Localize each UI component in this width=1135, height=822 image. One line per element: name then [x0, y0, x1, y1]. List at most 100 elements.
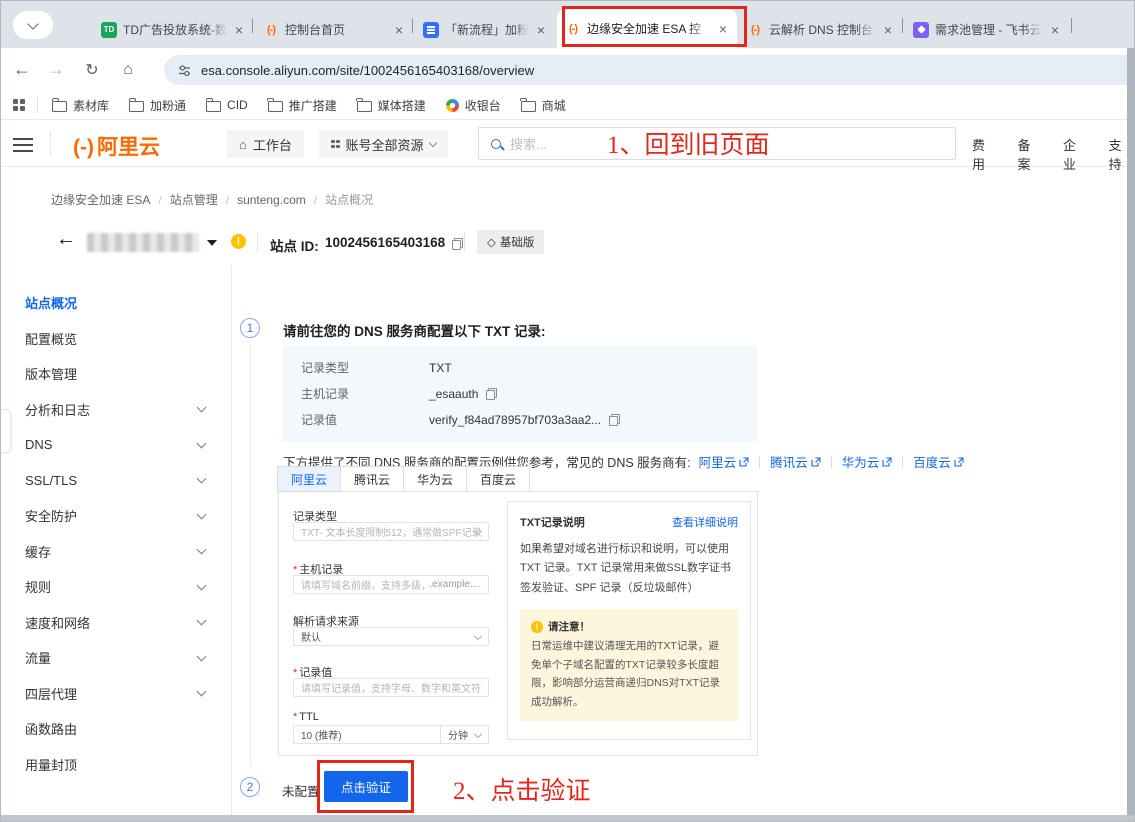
site-info-icon[interactable] [178, 64, 191, 77]
back-arrow[interactable]: ← [56, 228, 76, 251]
tab-feishu-project[interactable]: 需求池管理 - 飞书云 × [905, 11, 1069, 48]
forward-icon[interactable]: → [41, 48, 71, 91]
bookmark-label: 媒体搭建 [378, 97, 426, 114]
provider-link-baidu[interactable]: 百度云 [913, 452, 964, 471]
url-bar[interactable]: esa.console.aliyun.com/site/100245616540… [164, 55, 1129, 85]
site-switch-caret-icon[interactable] [207, 240, 217, 246]
nav-fees[interactable]: 费用 [972, 135, 994, 173]
tab-close-icon[interactable]: × [535, 23, 547, 37]
resolve-source-select[interactable]: 默认 [293, 627, 489, 646]
breadcrumb-separator: / [158, 193, 161, 207]
sidebar-item-function-routes[interactable]: 函数路由 [1, 711, 231, 747]
tab-divider [252, 18, 253, 33]
example-tab-baidu[interactable]: 百度云 [466, 466, 530, 492]
sidebar-item-usage-cap[interactable]: 用量封顶 [1, 747, 231, 783]
sidebar-item-security[interactable]: 安全防护 [1, 498, 231, 534]
sidebar-item-traffic[interactable]: 流量 [1, 640, 231, 676]
feishu-project-favicon [913, 22, 929, 38]
external-link-icon [811, 457, 821, 467]
annotation-note-1: 1、回到旧页面 [607, 125, 770, 161]
ttl-input[interactable]: 10 (推荐) [293, 725, 441, 744]
external-link-icon [739, 457, 749, 467]
ttl-unit-select[interactable]: 分钟 [440, 725, 489, 744]
chevron-down-icon [197, 580, 207, 590]
sidebar-item-cache[interactable]: 缓存 [1, 534, 231, 570]
sidebar-item-site-overview[interactable]: 站点概况 [1, 285, 231, 321]
provider-link-aliyun[interactable]: 阿里云 [699, 452, 750, 471]
breadcrumb-esa[interactable]: 边缘安全加速 ESA [51, 191, 150, 208]
breadcrumb-site-mgmt[interactable]: 站点管理 [170, 191, 218, 208]
copy-icon[interactable] [452, 238, 463, 250]
tab-feishu-doc[interactable]: 「新流程」加粉通-阿 × [415, 11, 555, 48]
bookmark-label: 商城 [542, 97, 566, 114]
sidebar-item-dns[interactable]: DNS [1, 427, 231, 463]
breadcrumb-domain[interactable]: sunteng.com [237, 193, 306, 207]
bookmark-shangcheng[interactable]: 商城 [521, 97, 566, 114]
sidebar-item-version-mgmt[interactable]: 版本管理 [1, 356, 231, 392]
warning-icon: ! [231, 234, 246, 249]
sidebar-item-analytics-logs[interactable]: 分析和日志 [1, 392, 231, 428]
tab-console-home[interactable]: (-) 控制台首页 × [255, 11, 413, 48]
bookmark-meiti[interactable]: 媒体搭建 [357, 97, 426, 114]
example-tab-aliyun[interactable]: 阿里云 [277, 466, 341, 492]
host-suffix: .example.... [429, 579, 481, 590]
provider-example-tabs: 阿里云 腾讯云 华为云 百度云 [278, 466, 530, 492]
bookmark-jiafentong[interactable]: 加粉通 [129, 97, 186, 114]
tab-close-icon[interactable]: × [233, 23, 245, 37]
example-tab-tencent[interactable]: 腾讯云 [340, 466, 404, 492]
record-type-select[interactable]: TXT- 文本长度限制512，通常做SPF记录（反垃圾邮件） [293, 522, 489, 541]
bookmark-cid[interactable]: CID [206, 98, 248, 112]
tab-divider [412, 18, 413, 33]
home-icon[interactable]: ⌂ [113, 48, 143, 91]
record-label: 记录类型 [301, 359, 429, 376]
sidebar-item-speed-network[interactable]: 速度和网络 [1, 605, 231, 641]
bookmark-sucaiku[interactable]: 素材库 [52, 97, 109, 114]
tab-close-icon[interactable]: × [393, 23, 405, 37]
sidebar-item-ssl-tls[interactable]: SSL/TLS [1, 463, 231, 499]
example-tab-huawei[interactable]: 华为云 [403, 466, 467, 492]
sidebar-item-label: 分析和日志 [25, 400, 90, 419]
external-link-icon [954, 457, 964, 467]
nav-enterprise[interactable]: 企业 [1063, 135, 1085, 173]
tab-td-ad-system[interactable]: TD TD广告投放系统-数 × [93, 11, 253, 48]
provider-link-tencent[interactable]: 腾讯云 [770, 452, 821, 471]
record-value: _esaauth [429, 387, 478, 401]
sidebar-item-rules[interactable]: 规则 [1, 569, 231, 605]
record-row-value: 记录值 verify_f84ad78957bf703a3aa2... [301, 411, 739, 428]
provider-link-huawei[interactable]: 华为云 [842, 452, 893, 471]
reload-icon[interactable]: ↻ [77, 48, 107, 91]
sidebar-item-l4-proxy[interactable]: 四层代理 [1, 676, 231, 712]
bookmark-tuiguang[interactable]: 推广搭建 [268, 97, 337, 114]
workbench-button[interactable]: ⌂ 工作台 [227, 130, 304, 158]
search-placeholder: 搜索... [510, 134, 547, 153]
host-record-input[interactable]: 请填写域名前缀，支持多级，如：ab.c... .example.... [293, 575, 489, 594]
copy-icon[interactable] [486, 388, 497, 400]
folder-icon [206, 101, 221, 112]
step-connector-line [250, 344, 251, 766]
apps-grid-icon[interactable] [13, 99, 25, 111]
view-details-link[interactable]: 查看详细说明 [672, 514, 738, 530]
plan-label: 基础版 [500, 234, 535, 250]
window-right-edge [1127, 48, 1134, 821]
tab-search-button[interactable] [13, 11, 53, 39]
chevron-down-icon [197, 438, 207, 448]
divider [257, 232, 258, 252]
sidebar-item-config-overview[interactable]: 配置概览 [1, 321, 231, 357]
record-value-input[interactable]: 请填写记录值，支持字母、数字和英文符号，512个字符以内 [293, 678, 489, 697]
bookmark-shouyintai[interactable]: 收银台 [446, 97, 501, 114]
txt-record-help-panel: TXT记录说明 查看详细说明 如果希望对域名进行标识和说明，可以使用 TXT 记… [507, 501, 751, 740]
copy-icon[interactable] [609, 414, 620, 426]
aliyun-logo[interactable]: (-) 阿里云 [73, 131, 160, 161]
sidebar-collapse-handle[interactable] [1, 409, 11, 453]
account-resources-button[interactable]: 账号全部资源 [319, 130, 448, 158]
nav-beian[interactable]: 备案 [1018, 135, 1040, 173]
dns-example-card: 记录类型 TXT- 文本长度限制512，通常做SPF记录（反垃圾邮件） *主机记… [278, 491, 758, 756]
hamburger-menu-icon[interactable] [13, 134, 33, 156]
sidebar-item-label: 速度和网络 [25, 613, 90, 632]
verify-status: 未配置 [282, 781, 320, 800]
tab-close-icon[interactable]: × [1049, 23, 1061, 37]
tab-dns-console[interactable]: (-) 云解析 DNS 控制台 × [739, 11, 902, 48]
breadcrumb-current: 站点概况 [325, 191, 373, 208]
tab-close-icon[interactable]: × [882, 23, 894, 37]
back-icon[interactable]: ← [7, 48, 37, 91]
